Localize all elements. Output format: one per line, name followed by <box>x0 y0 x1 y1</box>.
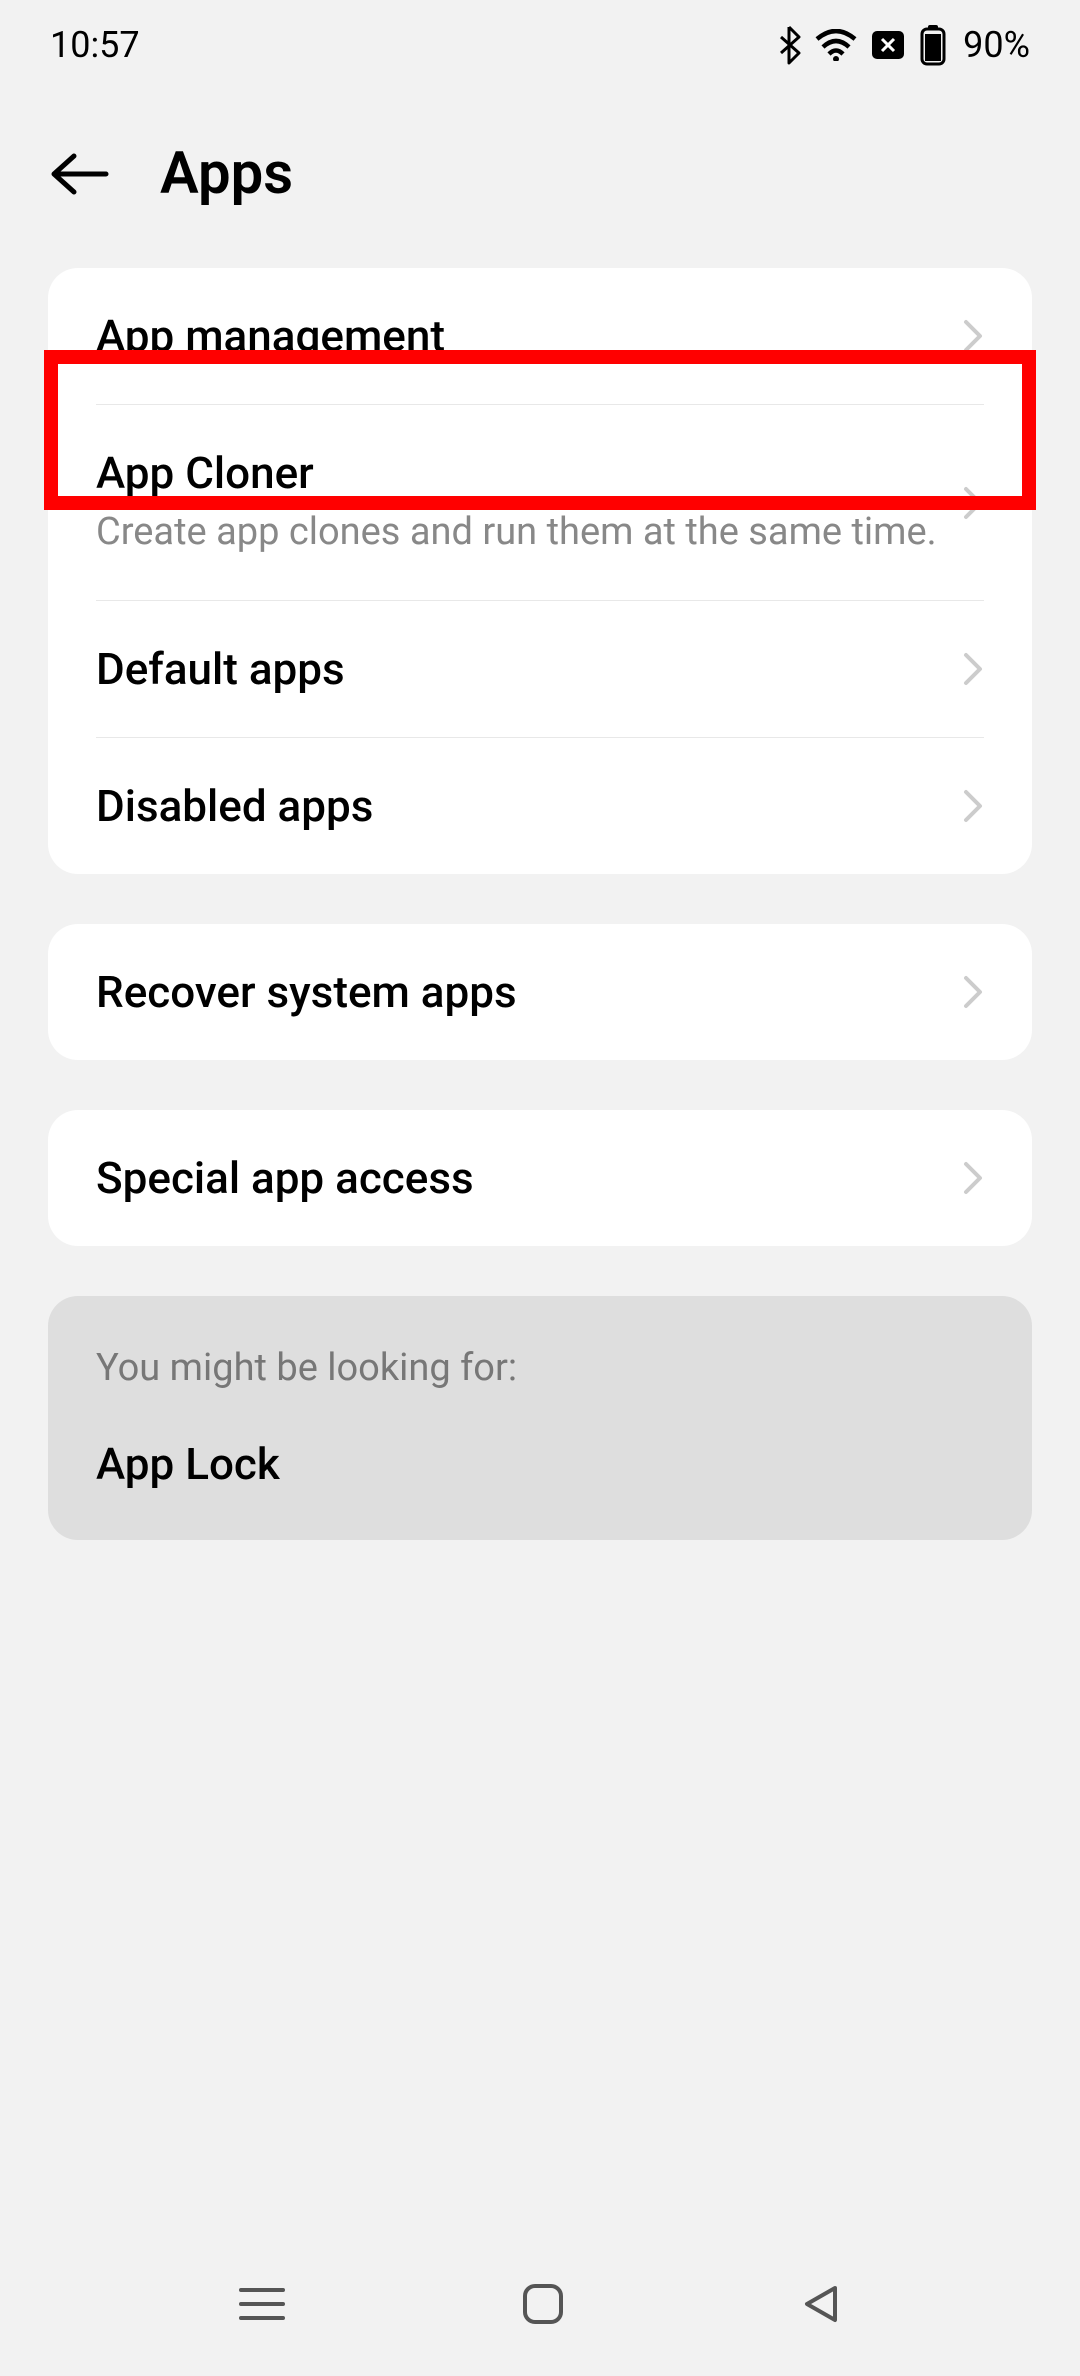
suggestion-heading: You might be looking for: <box>96 1346 984 1390</box>
arrow-left-icon <box>50 152 110 196</box>
row-title: Recover system apps <box>96 966 942 1018</box>
battery-percent: 90% <box>963 24 1030 66</box>
chevron-right-icon <box>962 485 984 521</box>
battery-icon <box>919 24 947 66</box>
nav-back-button[interactable] <box>799 2282 843 2330</box>
settings-card-recover: Recover system apps <box>48 924 1032 1060</box>
chevron-right-icon <box>962 318 984 354</box>
wifi-icon <box>815 29 857 61</box>
settings-card-special: Special app access <box>48 1110 1032 1246</box>
row-default-apps[interactable]: Default apps <box>48 601 1032 737</box>
menu-icon <box>237 2284 287 2324</box>
close-box-icon <box>871 28 905 62</box>
suggestion-app-lock[interactable]: App Lock <box>96 1438 984 1490</box>
row-title: App Cloner <box>96 447 942 499</box>
chevron-right-icon <box>962 788 984 824</box>
chevron-right-icon <box>962 974 984 1010</box>
row-title: Special app access <box>96 1152 942 1204</box>
back-button[interactable] <box>50 144 110 204</box>
nav-recent-button[interactable] <box>237 2284 287 2328</box>
status-icons: 90% <box>777 24 1030 66</box>
row-app-cloner[interactable]: App Cloner Create app clones and run the… <box>48 405 1032 600</box>
status-time: 10:57 <box>50 24 140 66</box>
row-title: App management <box>96 310 942 362</box>
row-disabled-apps[interactable]: Disabled apps <box>48 738 1032 874</box>
page-header: Apps <box>0 90 1080 268</box>
row-subtitle: Create app clones and run them at the sa… <box>96 507 942 558</box>
chevron-right-icon <box>962 651 984 687</box>
bluetooth-icon <box>777 25 801 65</box>
row-app-management[interactable]: App management <box>48 268 1032 404</box>
system-nav-bar <box>0 2236 1080 2376</box>
row-recover-system-apps[interactable]: Recover system apps <box>48 924 1032 1060</box>
row-title: Disabled apps <box>96 780 942 832</box>
chevron-right-icon <box>962 1160 984 1196</box>
page-title: Apps <box>160 140 293 208</box>
square-icon <box>521 2282 565 2326</box>
suggestion-card: You might be looking for: App Lock <box>48 1296 1032 1540</box>
row-title: Default apps <box>96 643 942 695</box>
nav-home-button[interactable] <box>521 2282 565 2330</box>
status-bar: 10:57 90% <box>0 0 1080 90</box>
settings-card-main: App management App Cloner Create app clo… <box>48 268 1032 874</box>
triangle-left-icon <box>799 2282 843 2326</box>
row-special-app-access[interactable]: Special app access <box>48 1110 1032 1246</box>
